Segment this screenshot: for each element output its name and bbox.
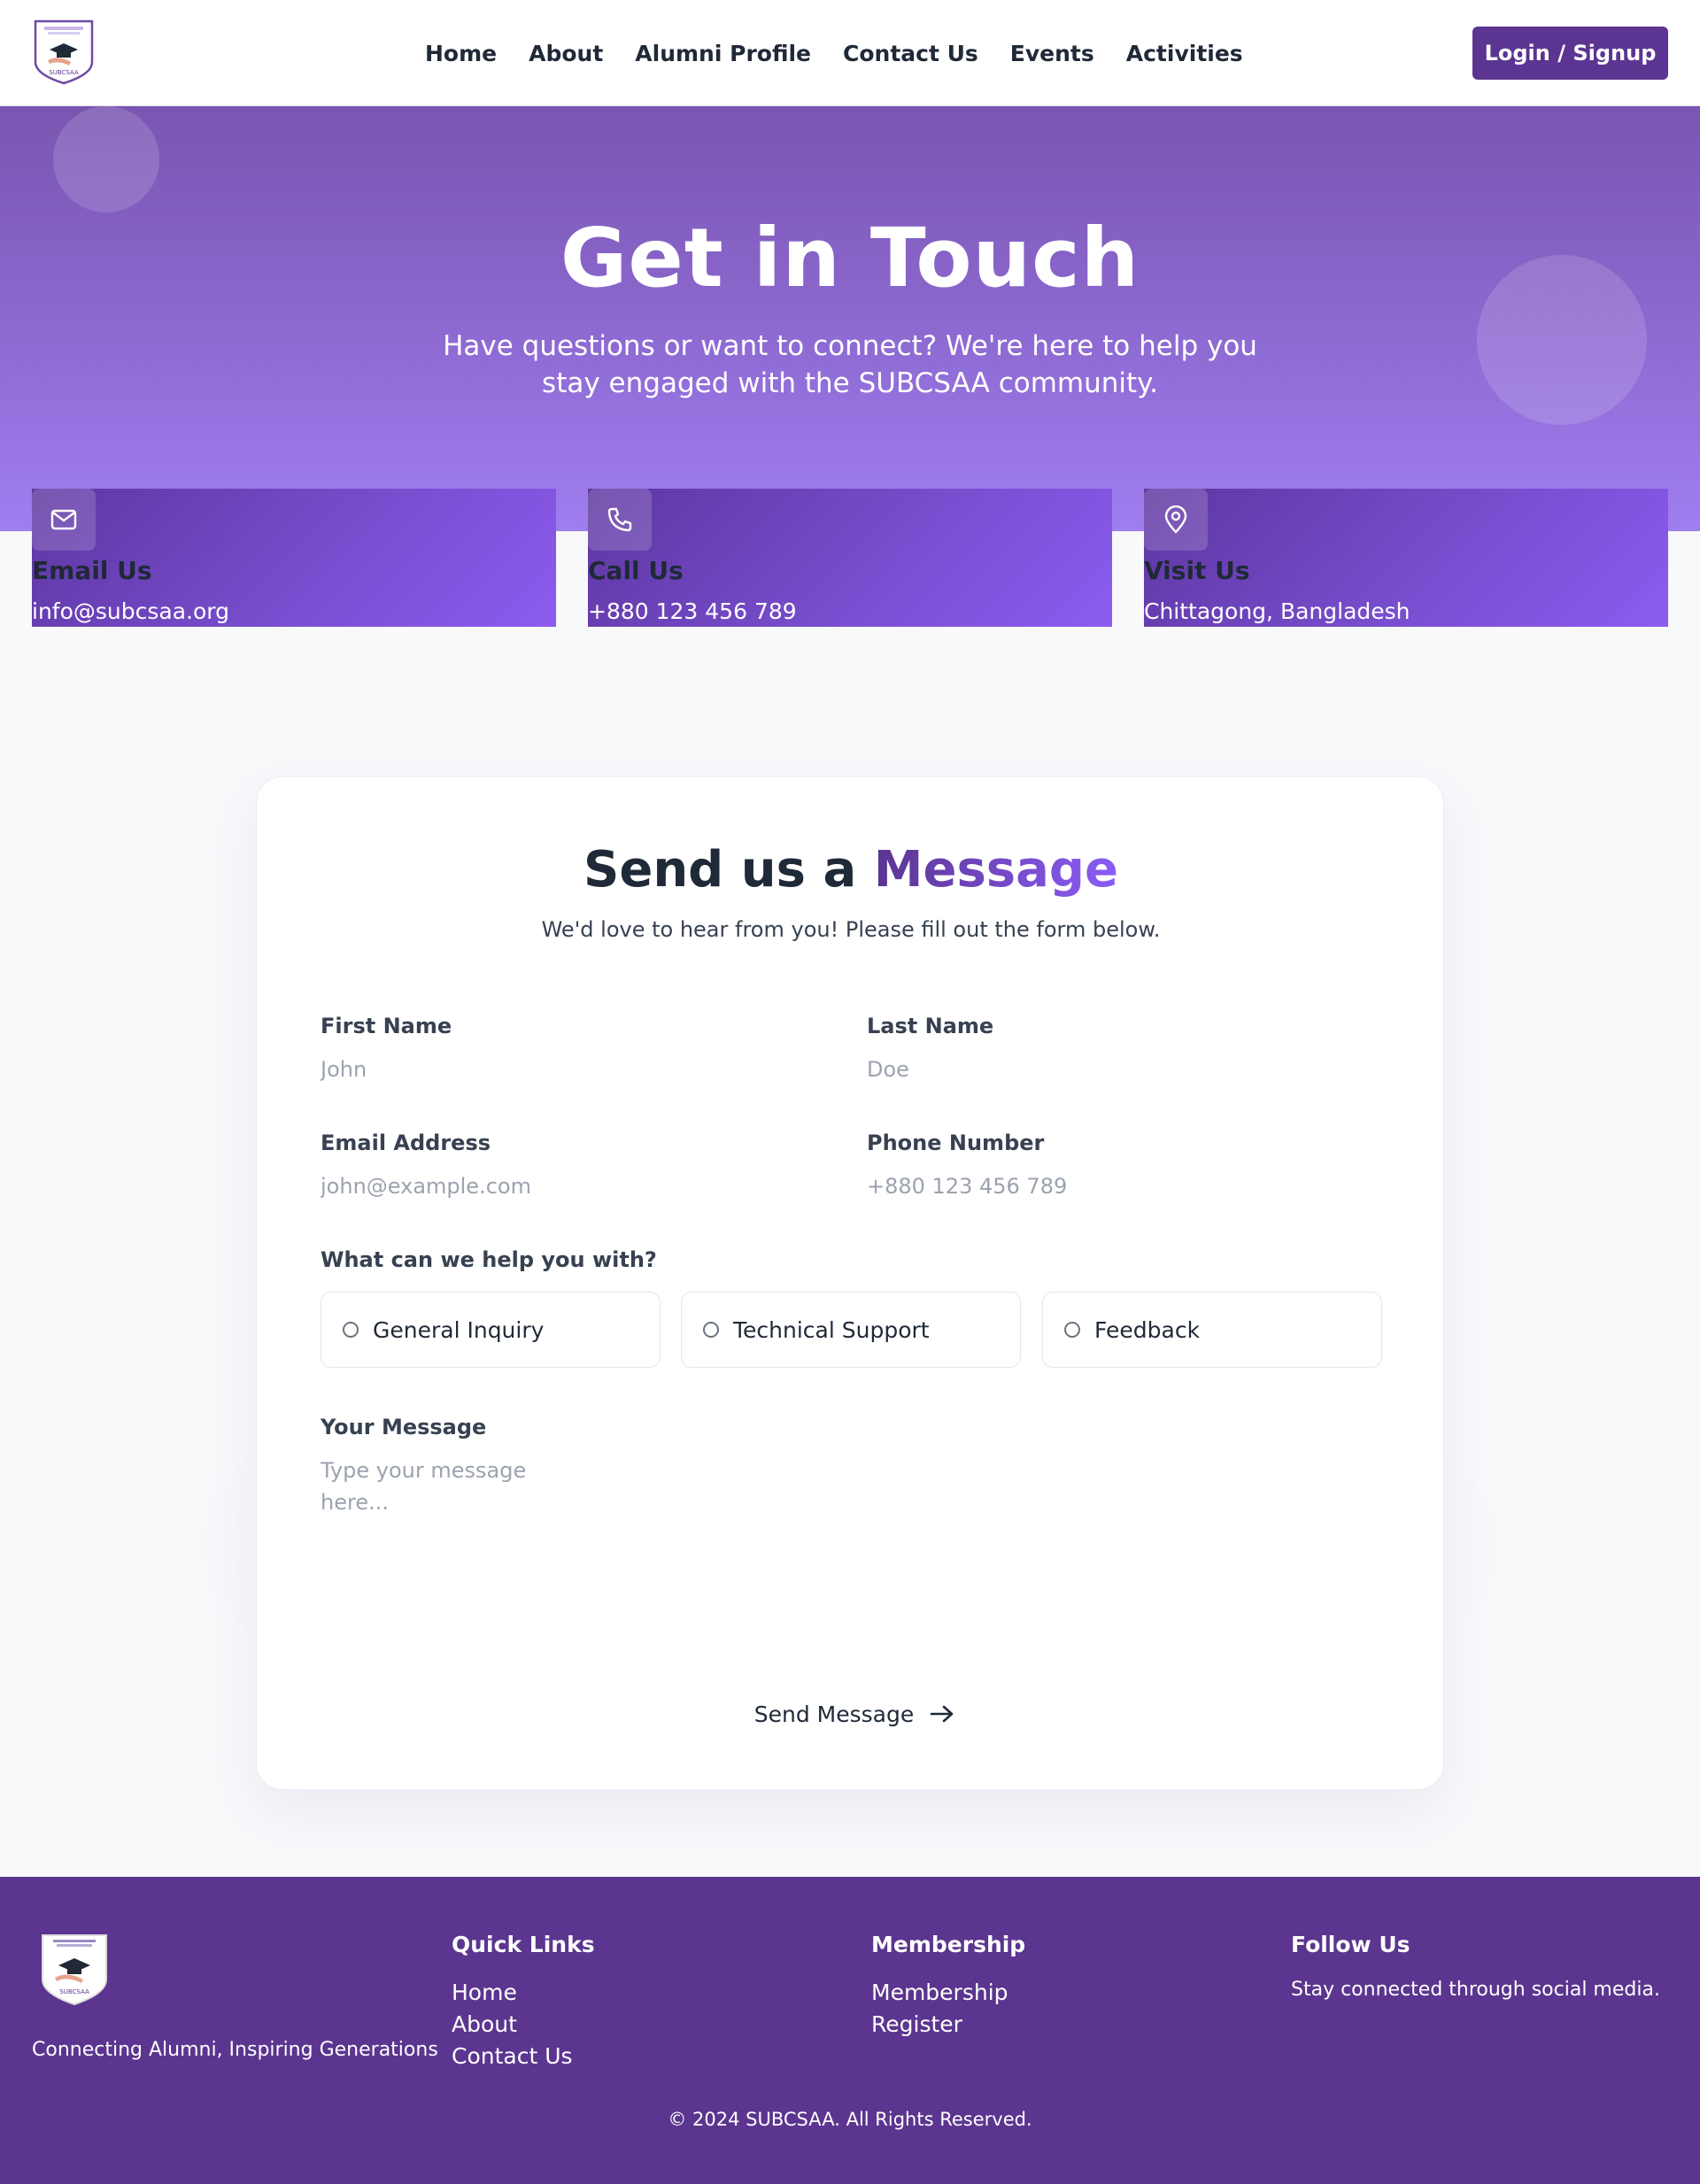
logo-text: SUBCSAA [49,69,79,76]
hero-banner: Get in Touch Have questions or want to c… [0,106,1700,531]
phone-label: Phone Number [867,1131,1045,1155]
radio-circle-icon [703,1322,719,1338]
top-navbar: SUBCSAA Home About Alumni Profile Contac… [0,0,1700,106]
nav-contact-us[interactable]: Contact Us [843,41,978,66]
message-label: Your Message [321,1415,487,1439]
nav-alumni-profile[interactable]: Alumni Profile [635,41,811,66]
decorative-circle [53,106,159,212]
footer-link-membership[interactable]: Membership [871,1977,1025,2009]
main-nav: Home About Alumni Profile Contact Us Eve… [425,0,1243,106]
site-footer: SUBCSAA Connecting Alumni, Inspiring Gen… [0,1877,1700,2184]
footer-link-home[interactable]: Home [452,1977,595,2009]
email-label: Email Address [321,1131,491,1155]
form-title-accent: Message [873,841,1118,899]
footer-logo: SUBCSAA [41,1933,108,2006]
radio-general-inquiry[interactable]: General Inquiry [321,1292,661,1368]
login-signup-button[interactable]: Login / Signup [1472,27,1668,80]
map-pin-icon [1144,489,1208,551]
card-title: Email Us [32,556,152,585]
footer-link-about[interactable]: About [452,2009,595,2041]
arrow-right-icon [930,1705,954,1723]
radio-label: General Inquiry [373,1316,545,1343]
first-name-input[interactable] [321,1053,816,1085]
radio-feedback[interactable]: Feedback [1042,1292,1382,1368]
logo-text: SUBCSAA [59,1988,89,1995]
footer-follow-text: Stay connected through social media. [1291,1979,1660,2001]
hero-subtitle: Have questions or want to connect? We're… [443,330,1257,399]
footer-quick-links: Quick Links Home About Contact Us [452,1932,595,2072]
logo-shield-icon: SUBCSAA [42,1934,107,2006]
contact-form: Send us a Message We'd love to hear from… [256,776,1444,1790]
page-title: Get in Touch [560,211,1140,305]
form-subtitle: We'd love to hear from you! Please fill … [541,917,1161,942]
radio-technical-support[interactable]: Technical Support [681,1292,1021,1368]
footer-link-contact[interactable]: Contact Us [452,2041,595,2072]
radio-label: Feedback [1094,1316,1201,1343]
form-title: Send us a Message [257,841,1445,899]
nav-activities[interactable]: Activities [1126,41,1243,66]
contact-card-email: Email Us info@subcsaa.org [32,489,556,627]
contact-card-location: Visit Us Chittagong, Bangladesh [1144,489,1668,627]
nav-home[interactable]: Home [425,41,497,66]
site-logo[interactable]: SUBCSAA [32,19,96,85]
phone-input[interactable] [867,1170,1363,1202]
phone-link[interactable]: +880 123 456 789 [588,598,797,624]
radio-circle-icon [343,1322,359,1338]
form-title-plain: Send us a [583,841,874,899]
send-message-button[interactable]: Send Message [753,1693,956,1735]
phone-icon [588,489,652,551]
help-topic-label: What can we help you with? [321,1247,657,1272]
send-button-label: Send Message [753,1701,915,1727]
footer-tagline: Connecting Alumni, Inspiring Generations [32,2039,438,2061]
footer-heading: Quick Links [452,1932,595,1957]
contact-card-phone: Call Us +880 123 456 789 [588,489,1112,627]
card-title: Call Us [588,556,684,585]
copyright-text: © 2024 SUBCSAA. All Rights Reserved. [668,2109,1032,2130]
first-name-label: First Name [321,1014,452,1038]
mail-icon [32,489,96,551]
footer-heading: Membership [871,1932,1026,1957]
last-name-input[interactable] [867,1053,1363,1085]
email-input[interactable] [321,1170,816,1202]
nav-about[interactable]: About [529,41,603,66]
radio-label: Technical Support [733,1316,930,1343]
footer-link-register[interactable]: Register [871,2009,1025,2041]
message-textarea[interactable] [321,1455,551,1632]
nav-events[interactable]: Events [1010,41,1094,66]
footer-follow: Follow Us Stay connected through social … [1291,1932,1660,2003]
card-title: Visit Us [1144,556,1250,585]
address-text: Chittagong, Bangladesh [1144,598,1410,624]
logo-shield-icon: SUBCSAA [34,19,94,85]
footer-heading: Follow Us [1291,1932,1410,1957]
footer-membership: Membership Membership Register [871,1932,1025,2041]
last-name-label: Last Name [867,1014,994,1038]
radio-circle-icon [1064,1322,1080,1338]
email-link[interactable]: info@subcsaa.org [32,598,229,624]
